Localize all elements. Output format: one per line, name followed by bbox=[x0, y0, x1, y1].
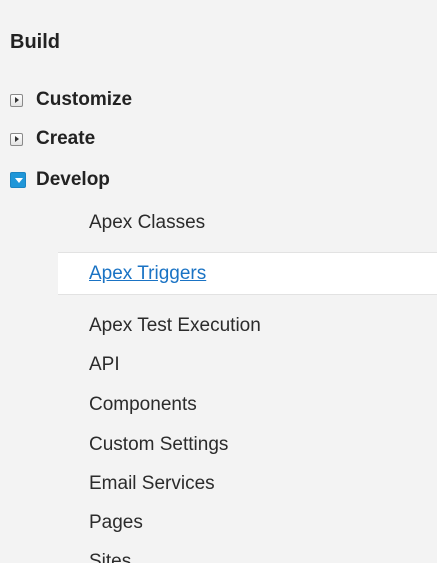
collapse-toggle-icon[interactable] bbox=[10, 172, 26, 188]
sidebar-item-sites[interactable]: Sites bbox=[89, 548, 131, 563]
setup-sidebar: Build Customize Create Develop Apex Clas… bbox=[0, 0, 437, 563]
sidebar-item-components[interactable]: Components bbox=[89, 391, 197, 419]
sidebar-item-api[interactable]: API bbox=[89, 351, 120, 379]
sidebar-item-selected-row[interactable]: Apex Triggers bbox=[58, 252, 437, 295]
section-title-build: Build bbox=[10, 31, 60, 53]
sidebar-item-apex-triggers[interactable]: Apex Triggers bbox=[89, 260, 206, 288]
sidebar-group-label: Develop bbox=[36, 169, 110, 190]
sidebar-item-pages[interactable]: Pages bbox=[89, 509, 143, 537]
sidebar-group-develop[interactable]: Develop bbox=[10, 165, 110, 195]
sidebar-group-create[interactable]: Create bbox=[10, 124, 95, 154]
sidebar-group-customize[interactable]: Customize bbox=[10, 85, 132, 115]
sidebar-item-apex-test-execution[interactable]: Apex Test Execution bbox=[89, 312, 261, 340]
sidebar-item-email-services[interactable]: Email Services bbox=[89, 470, 215, 498]
sidebar-item-apex-classes[interactable]: Apex Classes bbox=[89, 209, 205, 237]
sidebar-viewport: Build Customize Create Develop Apex Clas… bbox=[0, 0, 437, 563]
sidebar-group-label: Create bbox=[36, 128, 96, 149]
expand-toggle-icon[interactable] bbox=[10, 132, 23, 146]
sidebar-item-custom-settings[interactable]: Custom Settings bbox=[89, 431, 228, 459]
triangle-down-icon bbox=[14, 178, 23, 183]
triangle-right-icon bbox=[15, 97, 19, 103]
expand-toggle-icon[interactable] bbox=[10, 93, 23, 107]
sidebar-group-label: Customize bbox=[36, 89, 133, 110]
triangle-right-icon bbox=[15, 136, 19, 142]
